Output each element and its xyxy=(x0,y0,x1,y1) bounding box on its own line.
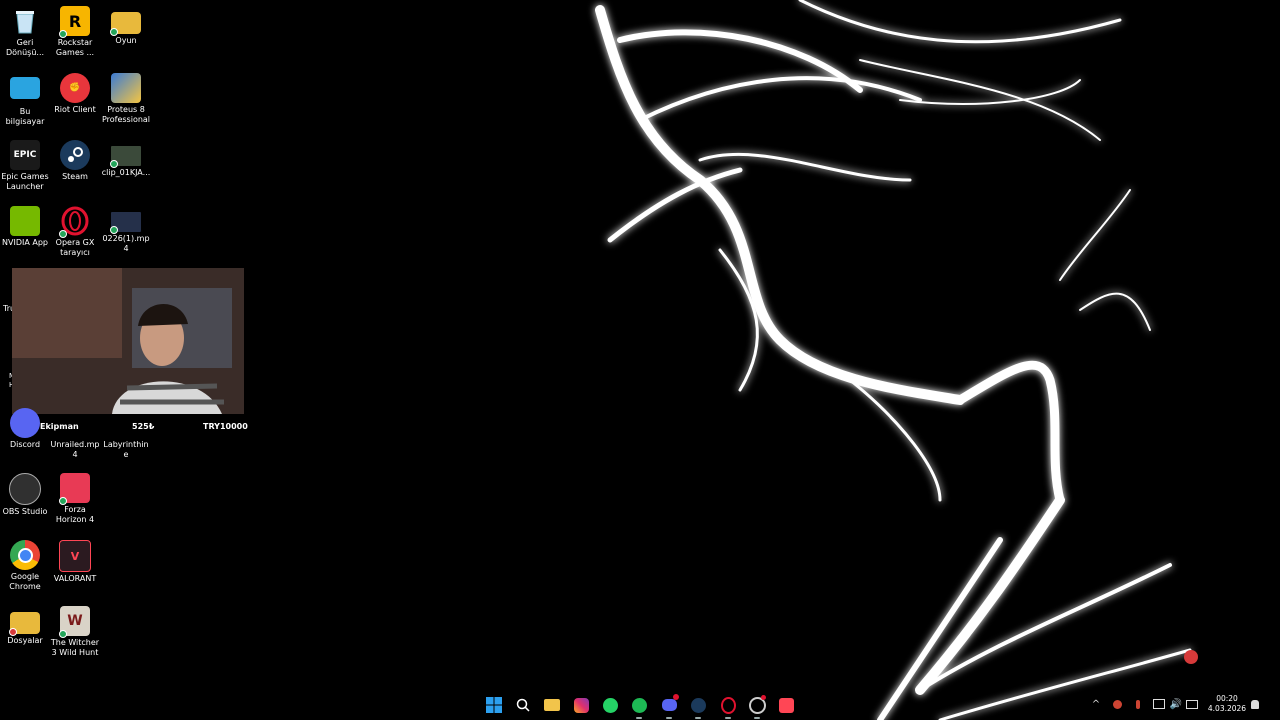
opera-gx-icon xyxy=(720,696,736,714)
clock-date: 4.03.2026 xyxy=(1207,704,1247,713)
wallpaper-red-mark xyxy=(1184,650,1198,664)
running-indicator xyxy=(666,717,672,719)
taskbar-app-circle[interactable] xyxy=(746,694,768,719)
microphone-icon[interactable] xyxy=(1131,697,1145,711)
whatsapp-icon xyxy=(602,697,618,713)
desktop-icon-witcher[interactable]: W The Witcher 3 Wild Hunt xyxy=(50,606,100,658)
desktop-icon-dosyalar[interactable]: Dosyalar xyxy=(0,606,50,646)
running-indicator xyxy=(754,717,760,719)
notification-badge xyxy=(673,694,679,700)
spotify-icon xyxy=(631,697,647,713)
steam-icon xyxy=(60,140,90,170)
display-icon[interactable] xyxy=(1152,697,1166,711)
proteus-icon xyxy=(111,73,141,103)
desktop-icon-labyrinthine[interactable]: Labyrinthine xyxy=(101,440,151,459)
desktop-icon-epic-games[interactable]: EPIC Epic Games Launcher xyxy=(0,140,50,192)
notification-bell-icon[interactable] xyxy=(1248,697,1262,711)
desktop-icon-steam[interactable]: Steam xyxy=(50,140,100,182)
video-thumbnail-icon xyxy=(110,146,141,168)
instagram-icon xyxy=(573,697,589,713)
tray-overflow-chevron-icon[interactable]: ^ xyxy=(1089,697,1103,711)
desktop-icon-mp4-video[interactable]: 0226(1).mp4 xyxy=(101,206,151,254)
search-icon xyxy=(516,698,530,712)
discord-icon xyxy=(10,408,40,438)
taskbar-spotify[interactable] xyxy=(628,694,650,719)
desktop-icon-proteus[interactable]: Proteus 8 Professional xyxy=(101,73,151,125)
taskbar-discord[interactable] xyxy=(658,694,680,719)
taskbar-clock[interactable]: 00:20 4.03.2026 xyxy=(1205,694,1249,714)
volume-icon[interactable]: 🔊 xyxy=(1169,697,1183,711)
monitor-icon xyxy=(10,77,40,99)
start-button[interactable] xyxy=(483,694,505,716)
desktop-icon-obs[interactable]: OBS Studio xyxy=(0,473,50,517)
taskbar-whatsapp[interactable] xyxy=(599,694,621,716)
rockstar-icon: R xyxy=(59,6,90,38)
taskbar-valorant[interactable] xyxy=(775,694,797,716)
desktop-icon-oyun-folder[interactable]: Oyun xyxy=(101,6,151,46)
windows-logo-icon xyxy=(486,697,502,713)
search-button[interactable] xyxy=(512,694,534,716)
desktop-icon-this-pc[interactable]: Bu bilgisayar xyxy=(0,73,50,127)
recycle-bin-icon xyxy=(10,6,40,36)
desktop-icon-chrome[interactable]: Google Chrome xyxy=(0,540,50,592)
riot-fist-icon: ✊ xyxy=(60,73,90,103)
desktop-icon-nvidia-app[interactable]: NVIDIA App xyxy=(0,206,50,248)
taskbar-steam[interactable] xyxy=(687,694,709,719)
notification-badge xyxy=(761,695,766,700)
discord-icon xyxy=(661,699,677,711)
video-thumbnail-icon xyxy=(110,212,141,234)
running-indicator xyxy=(636,717,642,719)
desktop-icon-recycle-bin[interactable]: Geri Dönüşü... xyxy=(0,6,50,58)
overlay-price-label: 525₺ xyxy=(132,422,155,431)
desktop-icon-unrailed[interactable]: Unrailed.mp4 xyxy=(50,440,100,459)
running-indicator xyxy=(725,717,731,719)
steam-icon xyxy=(690,697,706,713)
desktop-icon-discord[interactable]: Discord xyxy=(0,408,50,450)
clock-time: 00:20 xyxy=(1216,694,1238,703)
forza-icon xyxy=(59,473,90,505)
desktop-icon-rockstar[interactable]: R Rockstar Games ... xyxy=(50,6,100,58)
opera-gx-icon xyxy=(59,206,90,238)
folder-icon xyxy=(9,612,40,636)
folder-icon xyxy=(110,12,141,36)
desktop-icon-riot-client[interactable]: ✊ Riot Client xyxy=(50,73,100,115)
valorant-icon xyxy=(778,697,794,713)
taskbar-opera-gx[interactable] xyxy=(717,694,739,719)
desktop-icon-forza[interactable]: Forza Horizon 4 xyxy=(50,473,100,525)
running-indicator xyxy=(695,717,701,719)
webcam-overlay xyxy=(12,268,244,414)
overlay-balance-label: TRY10000 xyxy=(203,422,248,431)
desktop-icon-valorant[interactable]: V VALORANT xyxy=(50,540,100,584)
obs-icon xyxy=(9,473,41,505)
network-icon[interactable] xyxy=(1185,697,1199,711)
taskbar-instagram[interactable] xyxy=(570,694,592,716)
file-explorer-icon xyxy=(544,699,560,711)
valorant-icon: V xyxy=(59,540,91,572)
desktop-icon-clip-video[interactable]: clip_01KJA... xyxy=(101,140,151,178)
nvidia-icon xyxy=(10,206,40,236)
tray-app-icon[interactable] xyxy=(1110,697,1124,711)
epic-games-icon: EPIC xyxy=(10,140,40,170)
chrome-icon xyxy=(10,540,40,570)
witcher-icon: W xyxy=(59,606,90,638)
desktop-icon-opera-gx[interactable]: Opera GX tarayıcı xyxy=(50,206,100,258)
taskbar-file-explorer[interactable] xyxy=(541,694,563,716)
